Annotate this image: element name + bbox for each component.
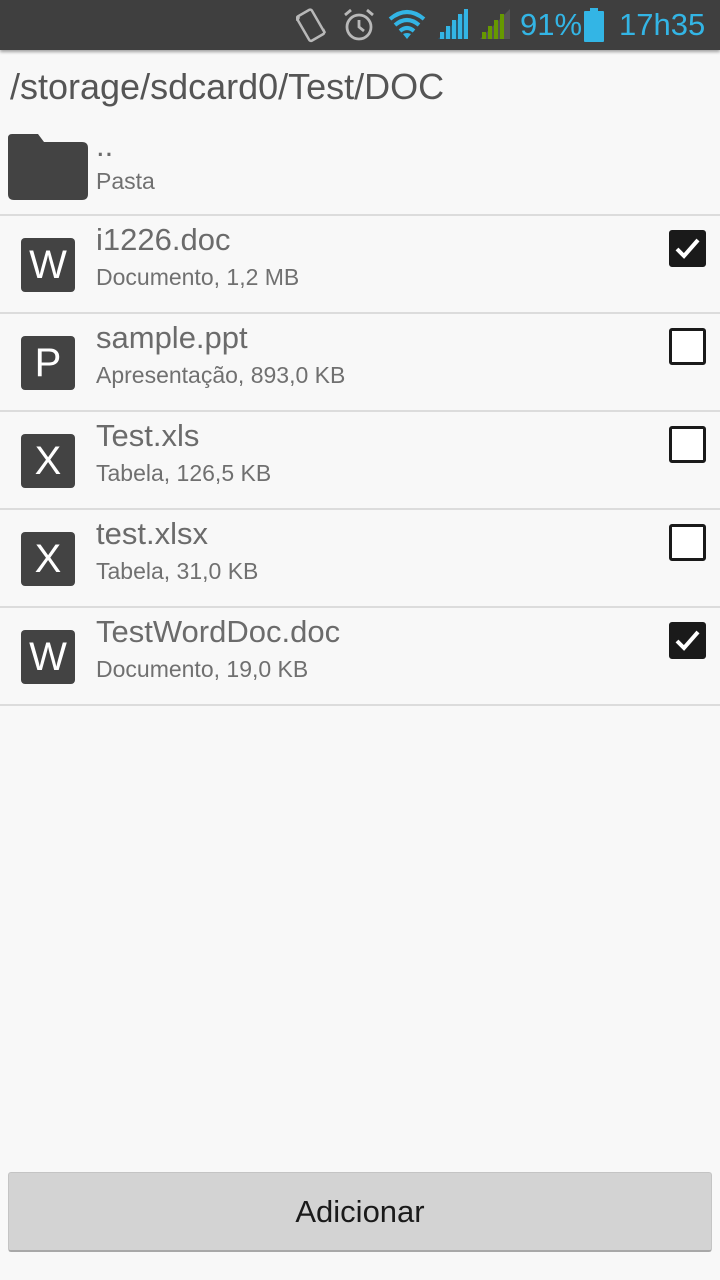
list-item-file[interactable]: W i1226.doc Documento, 1,2 MB <box>0 216 720 314</box>
file-description: Tabela, 126,5 KB <box>96 460 272 486</box>
file-checkbox[interactable] <box>669 622 706 659</box>
file-checkbox[interactable] <box>669 328 706 365</box>
file-name: i1226.doc <box>96 222 231 257</box>
file-name: sample.ppt <box>96 320 248 355</box>
status-bar: 91% 17h35 <box>0 0 720 50</box>
file-checkbox[interactable] <box>669 426 706 463</box>
parent-folder-description: Pasta <box>96 168 155 194</box>
list-item-file[interactable]: P sample.ppt Apresentação, 893,0 KB <box>0 314 720 412</box>
list-item-file[interactable]: W TestWordDoc.doc Documento, 19,0 KB <box>0 608 720 706</box>
alarm-icon <box>344 8 374 41</box>
file-name: Test.xls <box>96 418 200 453</box>
clock: 17h35 <box>619 7 706 42</box>
parent-folder-name: .. <box>96 128 114 163</box>
file-name: TestWordDoc.doc <box>96 614 341 649</box>
file-description: Documento, 19,0 KB <box>96 656 309 682</box>
word-doc-icon: W <box>21 630 75 684</box>
vibrate-icon <box>296 8 326 43</box>
folder-icon <box>8 134 88 200</box>
checkmark-icon <box>675 630 700 651</box>
file-description: Documento, 1,2 MB <box>96 264 300 290</box>
checkmark-icon <box>675 238 700 259</box>
file-checkbox[interactable] <box>669 230 706 267</box>
file-description: Tabela, 31,0 KB <box>96 558 259 584</box>
list-item-parent-folder[interactable]: .. Pasta <box>0 118 720 216</box>
battery-icon <box>584 8 604 42</box>
file-description: Apresentação, 893,0 KB <box>96 362 346 388</box>
current-path: /storage/sdcard0/Test/DOC <box>10 66 445 107</box>
word-doc-icon: W <box>21 238 75 292</box>
powerpoint-doc-icon: P <box>21 336 75 390</box>
excel-doc-icon: X <box>21 434 75 488</box>
file-name: test.xlsx <box>96 516 208 551</box>
wifi-icon <box>388 10 426 39</box>
list-item-file[interactable]: X Test.xls Tabela, 126,5 KB <box>0 412 720 510</box>
signal-sim1-icon <box>438 9 468 39</box>
signal-sim2-icon <box>480 9 510 39</box>
file-checkbox[interactable] <box>669 524 706 561</box>
battery-percent: 91% <box>520 7 583 42</box>
list-item-file[interactable]: X test.xlsx Tabela, 31,0 KB <box>0 510 720 608</box>
excel-doc-icon: X <box>21 532 75 586</box>
add-button[interactable]: Adicionar <box>8 1172 712 1252</box>
